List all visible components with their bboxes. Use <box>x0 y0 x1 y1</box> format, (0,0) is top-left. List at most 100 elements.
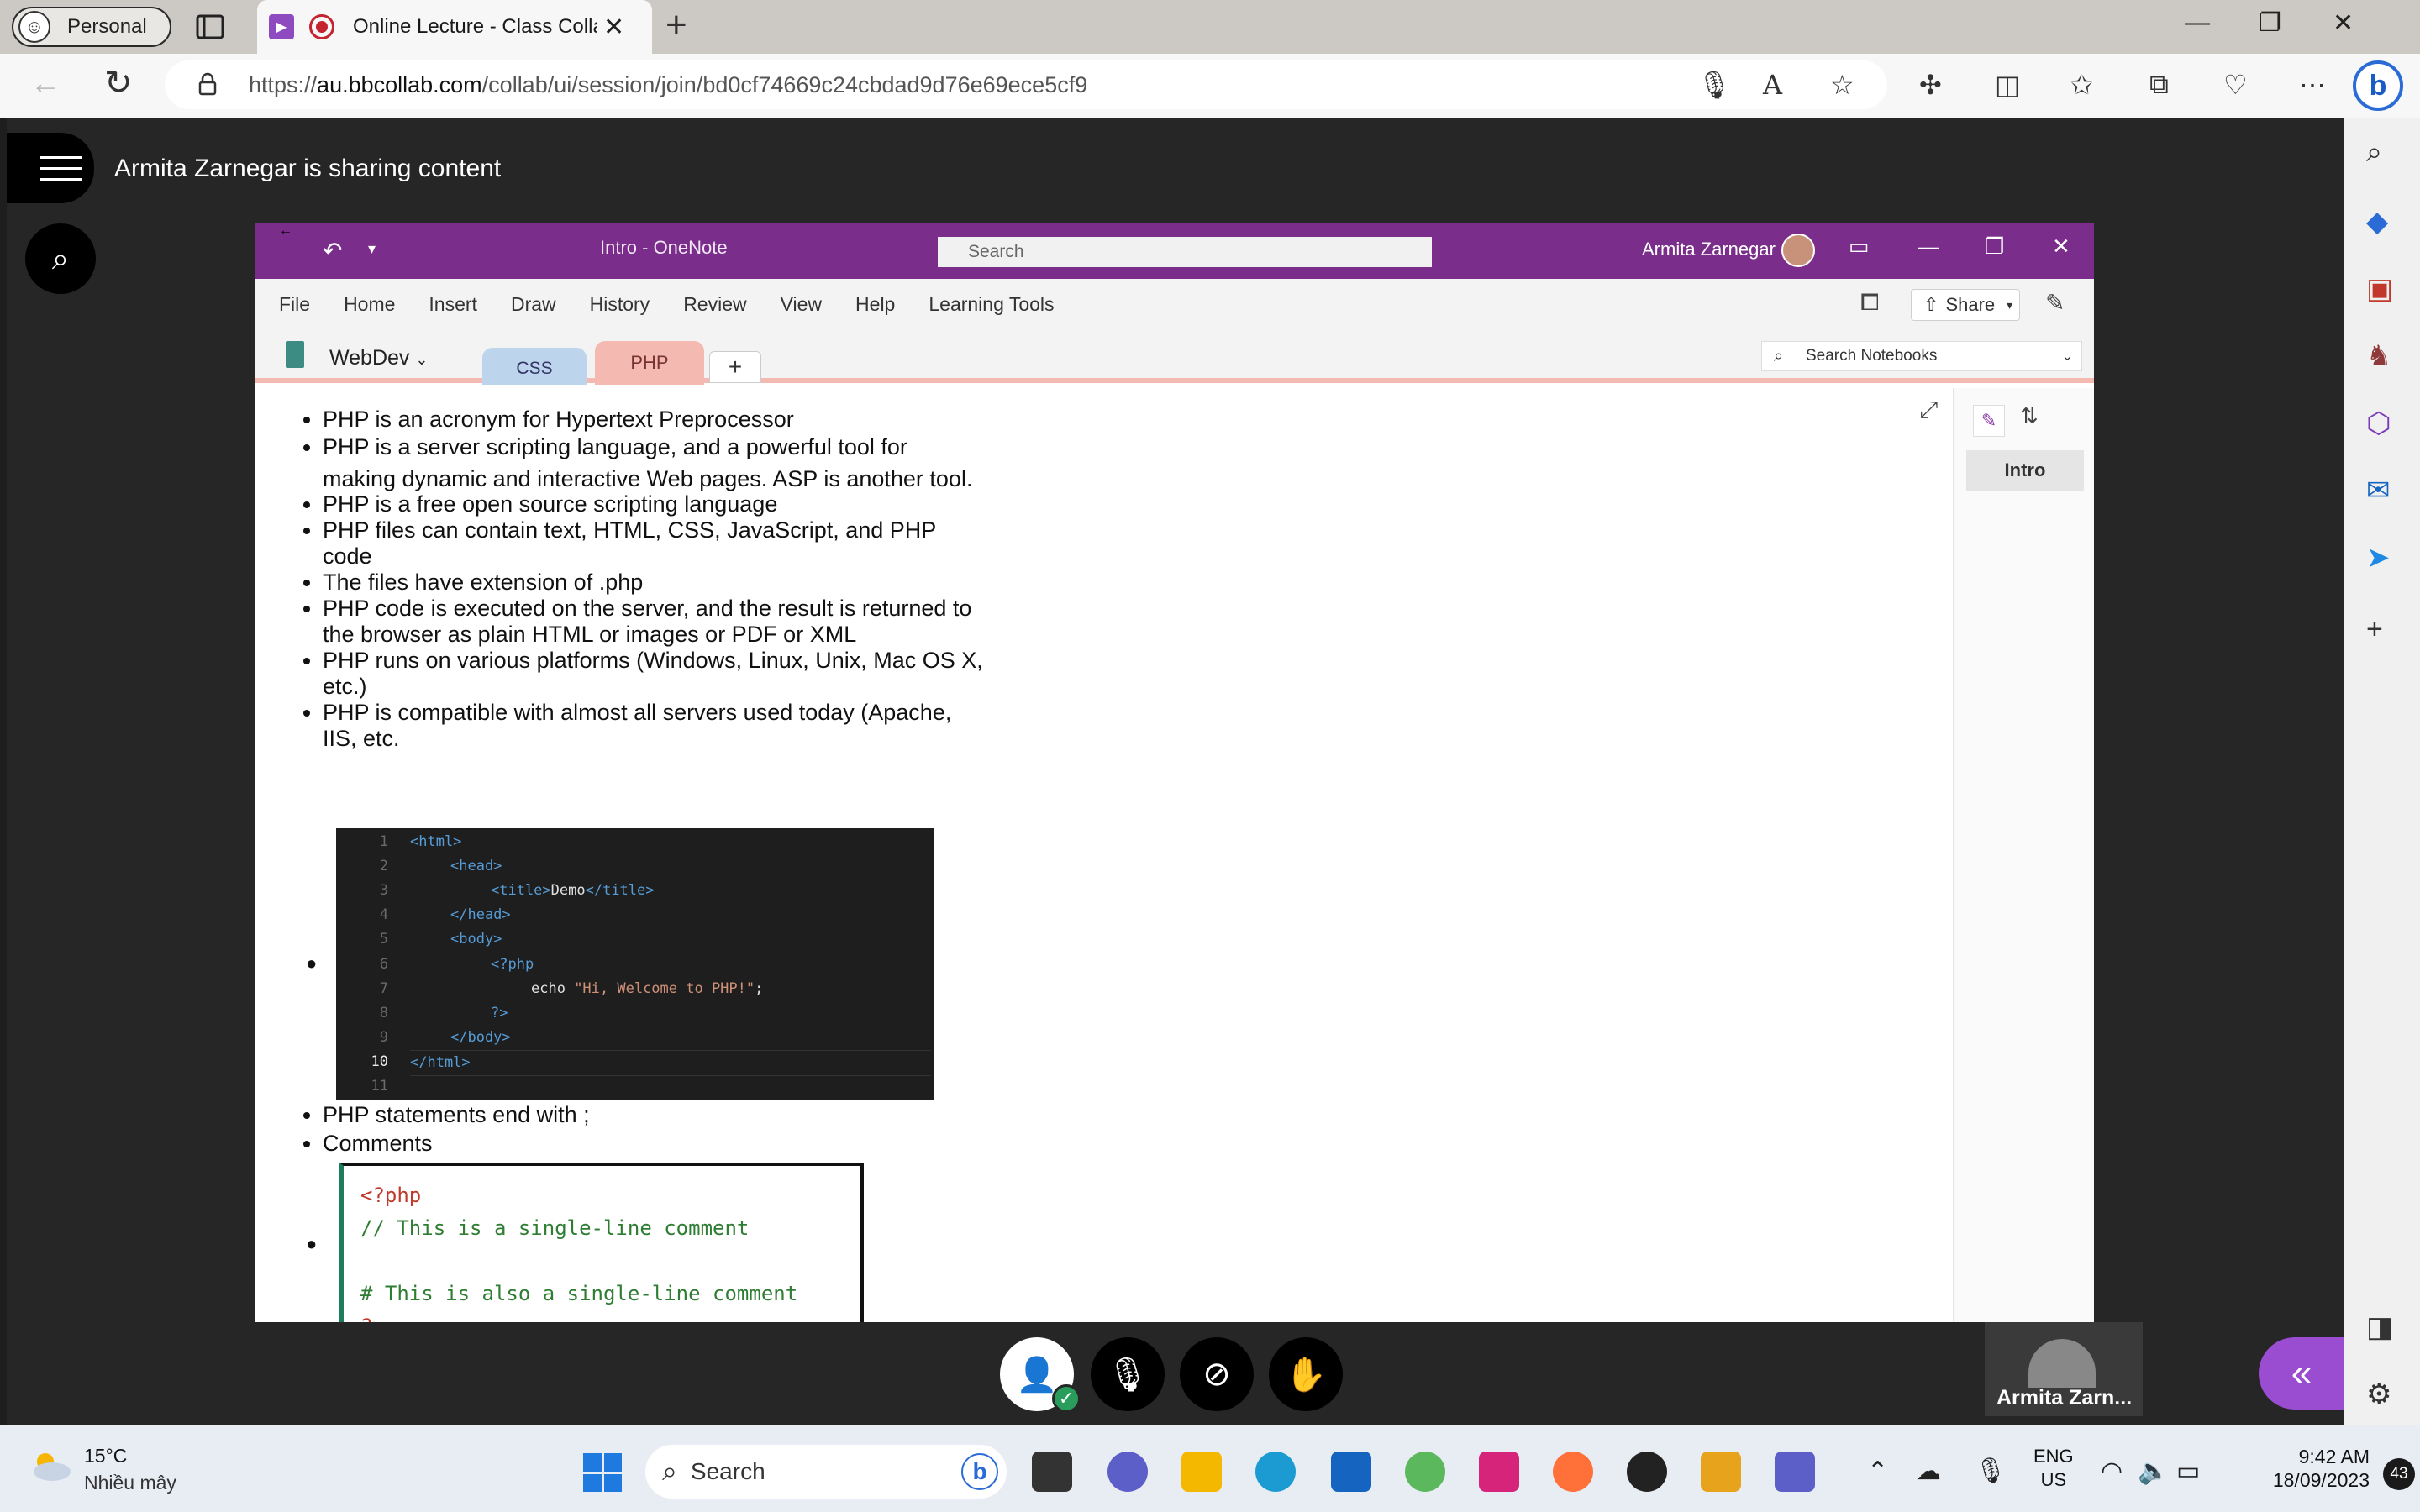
weather-cloudy-icon[interactable] <box>29 1450 72 1483</box>
undo-icon[interactable]: ↶ <box>323 237 342 265</box>
volume-icon[interactable]: 🔈 <box>2138 1457 2169 1486</box>
favorite-star-icon[interactable]: ☆ <box>1830 69 1854 101</box>
settings-gear-icon[interactable]: ⚙ <box>2366 1378 2391 1411</box>
taskbar-search[interactable]: ⌕ Search b <box>645 1445 1007 1499</box>
weather-description[interactable]: Nhiều mây <box>84 1472 176 1494</box>
note-content[interactable]: PHP is an acronym for Hypertext Preproce… <box>294 407 983 752</box>
section-tab-php[interactable]: PHP <box>595 341 704 385</box>
teams-icon[interactable] <box>1775 1452 1815 1492</box>
bing-chat-icon[interactable]: b <box>2353 60 2403 111</box>
language-indicator[interactable]: ENG US <box>2033 1445 2074 1492</box>
ribbon-tab-insert[interactable]: Insert <box>429 293 477 316</box>
open-collab-panel-button[interactable]: « <box>2259 1337 2344 1410</box>
profile-button[interactable]: ☺ Personal <box>12 7 171 47</box>
notebook-selector[interactable]: WebDev ⌄ <box>329 346 428 370</box>
microphone-muted-button[interactable]: 🎙 <box>1091 1337 1165 1411</box>
quick-access-icon[interactable]: ▾ <box>368 240 376 258</box>
wifi-icon[interactable]: ◠ <box>2101 1457 2123 1486</box>
onedrive-icon[interactable]: ☁ <box>1916 1457 1941 1486</box>
code-block-comments[interactable]: <?php // This is a single-line comment #… <box>339 1163 864 1322</box>
onenote-close-icon[interactable]: ✕ <box>2052 234 2070 260</box>
notifications-badge[interactable]: 43 <box>2383 1458 2415 1490</box>
send-icon[interactable]: ➤ <box>2366 541 2391 575</box>
instagram-icon[interactable] <box>1479 1452 1519 1492</box>
office-icon[interactable]: ⬡ <box>2366 407 2391 440</box>
expand-icon[interactable]: ⤢ <box>1919 396 1938 424</box>
tools-icon[interactable]: ▣ <box>2366 272 2393 306</box>
app-bag-icon[interactable] <box>1701 1452 1741 1492</box>
games-icon[interactable]: ♞ <box>2366 339 2391 373</box>
clock[interactable]: 9:42 AM 18/09/2023 <box>2202 1445 2370 1492</box>
add-sidebar-app-icon[interactable]: + <box>2366 613 2383 646</box>
close-tab-icon[interactable]: ✕ <box>603 13 624 42</box>
url-text[interactable]: https://au.bbcollab.com/collab/ui/sessio… <box>249 72 1087 98</box>
tray-overflow-icon[interactable]: ⌃ <box>1867 1457 1888 1486</box>
ribbon-tab-history[interactable]: History <box>590 293 650 316</box>
share-button[interactable]: ⇧ Share ▾ <box>1911 289 2020 321</box>
github-icon[interactable] <box>1627 1452 1667 1492</box>
session-menu-button[interactable] <box>7 133 94 203</box>
reload-icon[interactable]: ↻ <box>104 64 133 102</box>
search-notebooks-field[interactable]: Search Notebooks ⌕ ⌄ <box>1761 341 2082 371</box>
add-section-button[interactable]: + <box>709 351 761 383</box>
add-page-icon[interactable]: ✎ <box>1973 405 2005 437</box>
back-icon[interactable]: ← <box>30 66 60 101</box>
ribbon-tab-view[interactable]: View <box>781 293 822 316</box>
ribbon-tab-learning-tools[interactable]: Learning Tools <box>929 293 1054 316</box>
ribbon-tab-file[interactable]: File <box>279 293 310 316</box>
onenote-back-icon[interactable]: ← <box>279 223 292 239</box>
split-screen-icon[interactable]: ◫ <box>1995 69 2020 101</box>
page-item-intro[interactable]: Intro <box>1966 450 2084 491</box>
ribbon-tab-draw[interactable]: Draw <box>511 293 556 316</box>
browser-tab-active[interactable]: ▶ Online Lecture - Class Collab ✕ <box>257 0 652 54</box>
collections-icon[interactable]: ⧉ <box>2149 69 2169 101</box>
sticky-notes-icon[interactable]: ⧠ <box>1860 289 1879 317</box>
file-explorer-icon[interactable] <box>1181 1452 1222 1492</box>
tray-microphone-icon[interactable]: 🎙 <box>1975 1457 2007 1486</box>
weather-temperature[interactable]: 15°C <box>84 1445 127 1467</box>
onenote-search-field[interactable]: Search <box>938 237 1432 267</box>
new-tab-button[interactable]: + <box>666 7 687 44</box>
shopping-icon[interactable]: ◆ <box>2366 205 2388 239</box>
tab-actions-icon[interactable] <box>195 12 225 42</box>
firefox-icon[interactable] <box>1553 1452 1593 1492</box>
windows-start-icon[interactable] <box>583 1453 622 1492</box>
more-options-icon[interactable]: ⋯ <box>2299 69 2326 101</box>
note-bullet: PHP runs on various platforms (Windows, … <box>323 648 983 700</box>
lock-icon[interactable] <box>198 72 217 96</box>
read-aloud-icon[interactable]: A <box>1763 69 1782 101</box>
onenote-user-name[interactable]: Armita Zarnegar <box>1642 239 1776 260</box>
minimize-icon[interactable]: — <box>2185 8 2210 37</box>
user-avatar[interactable] <box>1781 234 1815 267</box>
captions-notes-icon[interactable]: ⌕ <box>25 223 96 294</box>
microphone-icon[interactable]: 🎙 <box>1697 69 1732 101</box>
ribbon-tab-help[interactable]: Help <box>855 293 895 316</box>
raise-hand-button[interactable]: ✋ <box>1269 1337 1343 1411</box>
ribbon-tab-review[interactable]: Review <box>683 293 746 316</box>
close-window-icon[interactable]: ✕ <box>2333 8 2354 38</box>
extensions-icon[interactable]: ✣ <box>1919 69 1942 101</box>
camera-off-button[interactable]: ⊘ <box>1180 1337 1254 1411</box>
section-tab-css[interactable]: CSS <box>482 348 587 385</box>
store-icon[interactable] <box>1331 1452 1371 1492</box>
onenote-minimize-icon[interactable]: — <box>1918 234 1939 260</box>
search-icon[interactable]: ⌕ <box>2366 136 2382 169</box>
ribbon-tab-home[interactable]: Home <box>344 293 395 316</box>
sidebar-layout-icon[interactable]: ◨ <box>2366 1310 2393 1344</box>
feedback-icon[interactable]: ✎ <box>2045 289 2065 317</box>
task-view-icon[interactable] <box>1032 1452 1072 1492</box>
outlook-icon[interactable]: ✉ <box>2366 474 2391 507</box>
ribbon-display-icon[interactable]: ▭ <box>1849 234 1870 260</box>
app-green-icon[interactable] <box>1405 1452 1445 1492</box>
battery-icon[interactable]: ▭ <box>2176 1457 2200 1486</box>
favorites-icon[interactable]: ✩ <box>2070 69 2093 101</box>
edge-browser-icon[interactable] <box>1255 1452 1296 1492</box>
restore-icon[interactable]: ❐ <box>2259 8 2281 38</box>
code-block-html[interactable]: 1 2 3 4 5 6 7 8 9 10 11 <html> <head> <t… <box>336 828 934 1100</box>
note-content-lower[interactable]: PHP statements end with ; Comments <box>294 1100 983 1158</box>
performance-icon[interactable]: ♡ <box>2223 69 2248 101</box>
teams-chat-icon[interactable] <box>1107 1452 1148 1492</box>
onenote-restore-icon[interactable]: ❐ <box>1985 234 2004 260</box>
sort-pages-icon[interactable]: ⇅ <box>2020 403 2039 429</box>
participant-tile[interactable]: Armita Zarn... <box>1985 1322 2143 1416</box>
